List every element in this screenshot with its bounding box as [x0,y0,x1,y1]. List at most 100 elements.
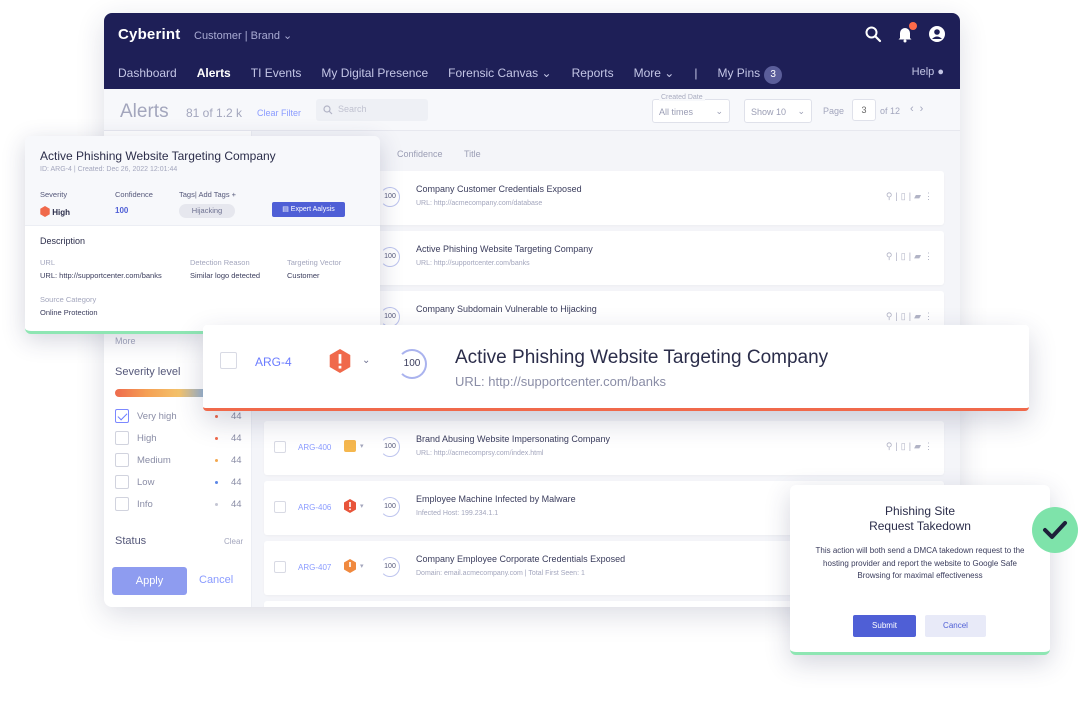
next-page-icon[interactable]: › [920,103,930,115]
severity-option-info[interactable]: Info 44 [115,497,245,513]
severity-option-low[interactable]: Low 44 [115,475,245,491]
severity-dot [215,459,218,462]
alert-detail-card: Active Phishing Website Targeting Compan… [25,136,380,334]
more-filters-link[interactable]: More [115,336,136,346]
page-number-input[interactable]: 3 [852,99,876,121]
checkbox[interactable] [115,431,129,445]
search-input[interactable]: Search [316,99,428,121]
nav-reports[interactable]: Reports [572,66,614,90]
alert-id[interactable]: ARG-400 [298,443,331,452]
highlighted-alert-row[interactable]: ARG-4 ⌄ 100 Active Phishing Website Targ… [203,325,1029,411]
source-category-value: Online Protection [40,308,98,317]
nav-forensic-canvas[interactable]: Forensic Canvas ⌄ [448,66,551,90]
logo[interactable]: Cyberint [118,26,180,43]
severity-option-label: Very high [137,411,177,422]
column-header-confidence[interactable]: Confidence [397,149,443,159]
takedown-title-line2: Request Takedown [869,519,971,533]
submit-button[interactable]: Submit [853,615,916,637]
confidence-value: 100 [115,206,129,215]
bell-icon[interactable] [896,22,917,43]
row-actions[interactable]: ⚲|▯|▰⋮ [886,191,936,202]
page-label: Page [823,106,845,116]
tag-pill[interactable]: Hijacking [179,204,235,218]
nav-alerts[interactable]: Alerts [192,66,235,99]
row-checkbox[interactable] [274,441,286,453]
nav-ti-events[interactable]: TI Events [251,66,302,90]
cancel-button[interactable]: Cancel [925,615,986,637]
top-bar: Cyberint Customer | Brand ⌄ Dashboard Al… [104,13,960,99]
severity-value: High [40,206,70,217]
apply-button[interactable]: Apply [112,567,187,595]
severity-icon [40,206,50,217]
detection-reason-label: Detection Reason [190,258,250,267]
nav-dashboard[interactable]: Dashboard [118,66,177,90]
help-link[interactable]: Help ● [912,66,944,78]
chevron-down-icon[interactable]: ▾ [360,502,364,510]
severity-count: 44 [231,499,242,510]
row-actions[interactable]: ⚲|▯|▰⋮ [886,311,936,322]
nav-my-pins[interactable]: My Pins 3 [717,66,783,90]
column-header-title[interactable]: Title [464,149,481,159]
checkbox[interactable] [115,409,129,423]
severity-option-label: High [137,433,157,444]
severity-count: 44 [231,411,242,422]
takedown-title-line1: Phishing Site [884,504,956,518]
search-field-icon [323,105,333,115]
alert-title[interactable]: Employee Machine Infected by Malware [416,494,576,504]
created-date-select[interactable]: Created Date All times ⌄ [652,94,730,123]
takedown-description: This action will both send a DMCA takedo… [815,546,1025,580]
row-actions[interactable]: ⚲|▯|▰⋮ [886,251,936,262]
page-title: Alerts [120,101,169,122]
alert-title[interactable]: Company Customer Credentials Exposed [416,184,582,194]
checkbox[interactable] [115,497,129,511]
severity-option-label: Low [137,477,155,488]
row-checkbox[interactable] [220,352,237,369]
prev-page-icon[interactable]: ‹ [910,103,920,115]
row-actions[interactable]: ⚲|▯|▰⋮ [886,441,936,452]
confidence-icon: 100 [380,557,400,577]
cancel-button[interactable]: Cancel [199,574,233,586]
clear-filter-link[interactable]: Clear Filter [257,108,301,118]
alert-id[interactable]: ARG-4 [255,355,292,369]
alert-title[interactable]: Company Employee Corporate Credentials E… [416,554,625,564]
detail-id-line: ID: ARG-4 | Created: Dec 26, 2022 12:01:… [40,166,178,173]
tags-label[interactable]: Tags| Add Tags + [179,190,236,199]
alert-subtitle: URL: http://supportcenter.com/banks [455,374,666,389]
row-checkbox[interactable] [274,561,286,573]
checkbox[interactable] [115,453,129,467]
alert-id[interactable]: ARG-406 [298,503,331,512]
severity-dot [215,481,218,484]
alert-title[interactable]: Brand Abusing Website Impersonating Comp… [416,434,610,444]
nav-more[interactable]: More ⌄ [634,66,675,90]
context-selector[interactable]: Customer | Brand ⌄ [194,29,292,42]
chevron-down-icon[interactable]: ⌄ [362,355,370,366]
chevron-down-icon[interactable]: ▾ [360,562,364,570]
alert-subtitle: URL: http://acmecomprsy.com/index.html [416,450,544,457]
severity-option-medium[interactable]: Medium 44 [115,453,245,469]
user-icon[interactable] [928,25,946,43]
severity-option-label: Info [137,499,153,510]
severity-option-high[interactable]: High 44 [115,431,245,447]
url-label: URL [40,258,56,267]
table-row[interactable]: ARG-400 ▾ 100 Brand Abusing Website Impe… [264,421,944,475]
status-filter-title: Status [115,535,147,547]
expert-analysis-button[interactable]: ▤ Expert Aalysis [272,202,345,217]
page-size-select[interactable]: Show 10 ⌄ [744,99,812,123]
pager-arrows[interactable]: ‹› [910,103,929,115]
alert-id[interactable]: ARG-407 [298,563,331,572]
search-icon[interactable] [864,25,882,43]
checkbox[interactable] [115,475,129,489]
severity-icon [344,559,356,573]
status-clear-link[interactable]: Clear [224,537,243,546]
check-icon [1032,507,1078,553]
created-date-label: Created Date [659,94,705,101]
chevron-down-icon[interactable]: ▾ [360,442,364,450]
alert-title[interactable]: Active Phishing Website Targeting Compan… [416,244,593,254]
alert-title[interactable]: Company Subdomain Vulnerable to Hijackin… [416,304,597,314]
url-value[interactable]: URL: http://supportcenter.com/banks [40,271,162,280]
confidence-icon: 100 [380,497,400,517]
alert-title[interactable]: Active Phishing Website Targeting Compan… [455,347,828,369]
nav-my-digital-presence[interactable]: My Digital Presence [321,66,428,90]
severity-option-very-high[interactable]: Very high 44 [115,409,245,425]
row-checkbox[interactable] [274,501,286,513]
